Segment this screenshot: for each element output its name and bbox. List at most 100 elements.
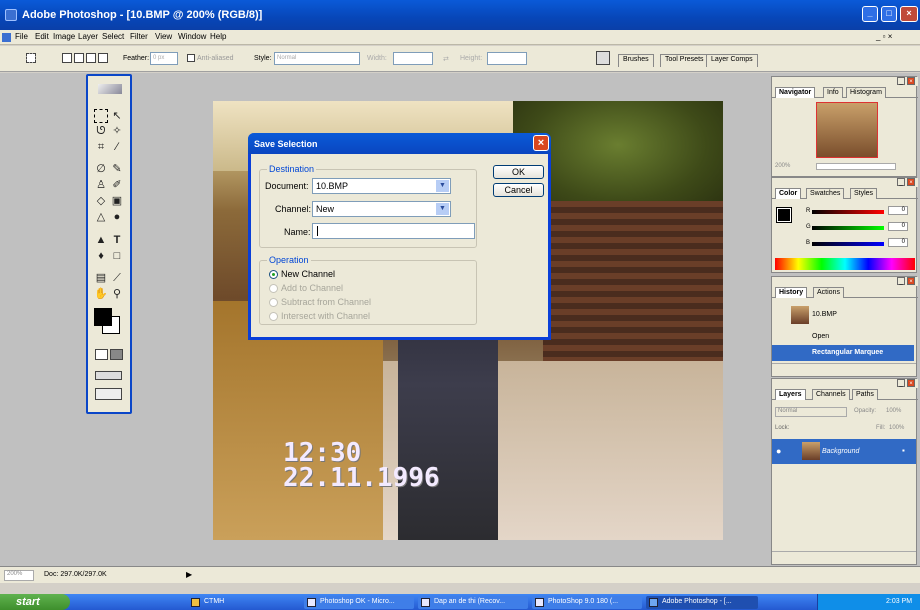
intersect-selection-icon[interactable] bbox=[98, 53, 108, 63]
tab-layers[interactable]: Layers bbox=[775, 389, 806, 400]
blend-mode-select[interactable]: Normal bbox=[775, 407, 847, 417]
feather-input[interactable]: 0 px bbox=[150, 52, 178, 65]
tab-actions[interactable]: Actions bbox=[813, 287, 844, 298]
add-to-channel-radio[interactable]: Add to Channel bbox=[269, 283, 343, 293]
history-item-open[interactable]: Open bbox=[772, 329, 914, 345]
green-value[interactable]: 0 bbox=[888, 222, 908, 231]
tab-histogram[interactable]: Histogram bbox=[846, 87, 886, 98]
palette-well-tab-tool-presets[interactable]: Tool Presets bbox=[660, 54, 709, 67]
add-selection-icon[interactable] bbox=[74, 53, 84, 63]
navigator-thumbnail[interactable] bbox=[816, 102, 878, 158]
tab-paths[interactable]: Paths bbox=[852, 389, 878, 400]
crop-tool-icon[interactable]: ⌗ bbox=[94, 140, 108, 154]
menu-help[interactable]: Help bbox=[210, 32, 226, 41]
red-value[interactable]: 0 bbox=[888, 206, 908, 215]
width-input[interactable] bbox=[393, 52, 433, 65]
document-icon[interactable] bbox=[2, 33, 11, 42]
hand-tool-icon[interactable]: ✋ bbox=[94, 287, 108, 301]
panel-close-icon[interactable]: × bbox=[907, 178, 915, 186]
panel-minimize-icon[interactable]: _ bbox=[897, 178, 905, 186]
cancel-button[interactable]: Cancel bbox=[493, 183, 544, 197]
style-select[interactable]: Normal bbox=[274, 52, 360, 65]
height-input[interactable] bbox=[487, 52, 527, 65]
ok-button[interactable]: OK bbox=[493, 165, 544, 179]
file-browser-icon[interactable] bbox=[596, 51, 610, 65]
marquee-tool-preset-icon[interactable] bbox=[26, 53, 36, 63]
dialog-close-button[interactable]: × bbox=[533, 135, 549, 151]
fill-value[interactable]: 100% bbox=[889, 425, 904, 431]
menu-file[interactable]: File bbox=[15, 32, 28, 41]
panel-close-icon[interactable]: × bbox=[907, 277, 915, 285]
name-input[interactable] bbox=[312, 223, 475, 239]
history-item-rectangular-marquee[interactable]: Rectangular Marquee bbox=[772, 345, 914, 361]
blue-value[interactable]: 0 bbox=[888, 238, 908, 247]
taskbar-item-ctmh[interactable]: CTMH bbox=[188, 596, 298, 609]
standard-mode-icon[interactable] bbox=[95, 349, 108, 360]
brush-tool-icon[interactable]: ✎ bbox=[110, 162, 124, 176]
taskbar-item-word-photoshop-90[interactable]: PhotoShop 9.0 180 (... bbox=[532, 596, 642, 609]
status-zoom[interactable]: 200% bbox=[4, 570, 34, 581]
move-tool-icon[interactable]: ↖ bbox=[110, 109, 124, 123]
taskbar-item-adobe-photoshop[interactable]: Adobe Photoshop - [... bbox=[646, 596, 758, 609]
photoshop-app-icon[interactable] bbox=[5, 9, 17, 21]
pen-tool-icon[interactable]: ♦ bbox=[94, 249, 108, 263]
menu-image[interactable]: Image bbox=[53, 32, 75, 41]
dialog-title-bar[interactable]: Save Selection × bbox=[248, 133, 551, 154]
blur-tool-icon[interactable]: △ bbox=[94, 210, 108, 224]
path-selection-tool-icon[interactable]: ▲ bbox=[94, 233, 108, 247]
magic-wand-tool-icon[interactable]: ✧ bbox=[110, 124, 124, 138]
tab-styles[interactable]: Styles bbox=[850, 188, 878, 199]
clone-stamp-tool-icon[interactable]: ♙ bbox=[94, 178, 108, 192]
gradient-tool-icon[interactable]: ▣ bbox=[110, 194, 124, 208]
screen-mode-icon[interactable] bbox=[95, 371, 122, 380]
channel-select[interactable]: New ▼ bbox=[312, 201, 451, 217]
color-foreground-swatch[interactable] bbox=[776, 207, 792, 223]
blue-slider[interactable] bbox=[812, 242, 884, 246]
tab-color[interactable]: Color bbox=[775, 188, 802, 199]
menu-filter[interactable]: Filter bbox=[130, 32, 148, 41]
eye-icon[interactable]: ● bbox=[776, 446, 781, 456]
antialiased-checkbox[interactable] bbox=[187, 54, 195, 62]
new-channel-radio[interactable]: New Channel bbox=[269, 269, 335, 279]
panel-minimize-icon[interactable]: _ bbox=[897, 277, 905, 285]
subtract-from-channel-radio[interactable]: Subtract from Channel bbox=[269, 297, 371, 307]
tab-swatches[interactable]: Swatches bbox=[806, 188, 845, 199]
history-snapshot[interactable]: 10.BMP bbox=[772, 302, 914, 327]
panel-close-icon[interactable]: × bbox=[907, 379, 915, 387]
quick-mask-mode-icon[interactable] bbox=[110, 349, 123, 360]
menu-layer[interactable]: Layer bbox=[78, 32, 98, 41]
menu-select[interactable]: Select bbox=[102, 32, 124, 41]
status-menu-arrow-icon[interactable]: ▶ bbox=[186, 570, 192, 579]
start-button[interactable]: start bbox=[0, 594, 70, 610]
panel-close-icon[interactable]: × bbox=[907, 77, 915, 85]
intersect-with-channel-radio[interactable]: Intersect with Channel bbox=[269, 311, 370, 321]
palette-well-tab-layer-comps[interactable]: Layer Comps bbox=[706, 54, 758, 67]
menu-window[interactable]: Window bbox=[178, 32, 206, 41]
tab-info[interactable]: Info bbox=[823, 87, 843, 98]
maximize-button[interactable]: □ bbox=[881, 6, 897, 22]
red-slider[interactable] bbox=[812, 210, 884, 214]
lasso-tool-icon[interactable]: ᘎ bbox=[94, 124, 108, 138]
palette-well-tab-brushes[interactable]: Brushes bbox=[618, 54, 654, 67]
navigator-zoom[interactable]: 200% bbox=[775, 163, 790, 169]
document-select[interactable]: 10.BMP ▼ bbox=[312, 178, 451, 194]
swap-icon[interactable]: ⇄ bbox=[443, 55, 449, 63]
navigator-zoom-slider[interactable] bbox=[816, 163, 896, 170]
color-ramp[interactable] bbox=[775, 258, 915, 270]
green-slider[interactable] bbox=[812, 226, 884, 230]
clock[interactable]: 2:03 PM bbox=[886, 598, 912, 605]
slice-tool-icon[interactable]: ∕ bbox=[110, 140, 124, 154]
eraser-tool-icon[interactable]: ◇ bbox=[94, 194, 108, 208]
notes-tool-icon[interactable]: ▤ bbox=[94, 271, 108, 285]
subtract-selection-icon[interactable] bbox=[86, 53, 96, 63]
eyedropper-tool-icon[interactable]: ⟋ bbox=[110, 271, 124, 285]
tab-navigator[interactable]: Navigator bbox=[775, 87, 816, 98]
adobe-logo-icon[interactable] bbox=[98, 84, 122, 94]
panel-minimize-icon[interactable]: _ bbox=[897, 77, 905, 85]
layer-row-background[interactable]: ● Background ▪ bbox=[772, 439, 916, 464]
history-brush-tool-icon[interactable]: ✐ bbox=[110, 178, 124, 192]
tab-channels[interactable]: Channels bbox=[812, 389, 850, 400]
document-window-controls[interactable]: _ ▫ × bbox=[876, 32, 892, 41]
rectangular-marquee-tool-icon[interactable] bbox=[94, 109, 108, 123]
panel-minimize-icon[interactable]: _ bbox=[897, 379, 905, 387]
